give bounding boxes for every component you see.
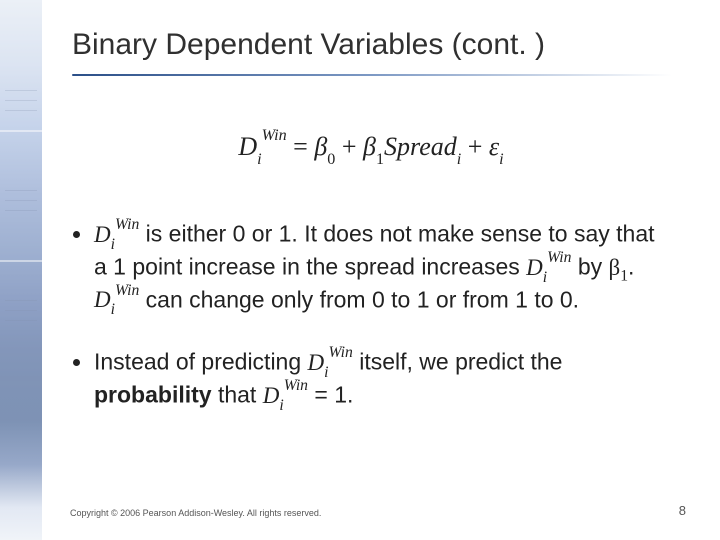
eq-eps-sym: ε [489,132,499,161]
b2-bold: probability [94,382,212,408]
b2-text-d: = 1. [308,382,353,408]
b1-text-d: can change only from 0 to 1 or from 1 to… [139,286,579,312]
eq-b1-sub: 1 [376,151,384,168]
bullet-1: DiWin is either 0 or 1. It does not make… [94,220,670,318]
eq-b1-sym: β [363,132,376,161]
b2-text-b: itself, we predict the [353,349,563,375]
slide-content: Binary Dependent Variables (cont. ) DiWi… [0,0,720,484]
b1-text-c: . [628,254,634,280]
eq-plus2: + [461,132,489,161]
eq-spread-base: Spread [384,132,457,161]
var-D-5: DiWin [263,383,308,408]
b1-text-b: by [571,254,608,280]
eq-eps-sub: i [499,151,503,168]
bullet-2: Instead of predicting DiWin itself, we p… [94,348,670,413]
eq-b0-sub: 0 [327,151,335,168]
eq-plus1: + [335,132,363,161]
regression-equation: DiWin = β0 + β1Spreadi + εi [238,132,503,166]
equation-block: DiWin = β0 + β1Spreadi + εi [72,132,670,166]
var-D-4: DiWin [308,350,353,375]
title-underline [72,74,672,76]
var-D-1: DiWin [94,222,139,247]
slide-title: Binary Dependent Variables (cont. ) [72,28,670,66]
bullet-list: DiWin is either 0 or 1. It does not make… [72,220,670,414]
eq-spread-sub: i [457,151,461,168]
var-D-2: DiWin [526,255,571,280]
b2-text-a: Instead of predicting [94,349,308,375]
eq-lhs-sub: i [257,151,261,168]
b2-text-c: that [212,382,263,408]
eq-equals: = [287,132,315,161]
beta1: β1 [609,255,629,280]
eq-lhs-sup: Win [262,127,287,144]
page-number: 8 [679,503,686,518]
eq-b0-sym: β [314,132,327,161]
copyright-footer: Copyright © 2006 Pearson Addison-Wesley.… [70,508,321,518]
eq-lhs-base: D [238,132,257,161]
slide: Binary Dependent Variables (cont. ) DiWi… [0,0,720,540]
var-D-3: DiWin [94,287,139,312]
